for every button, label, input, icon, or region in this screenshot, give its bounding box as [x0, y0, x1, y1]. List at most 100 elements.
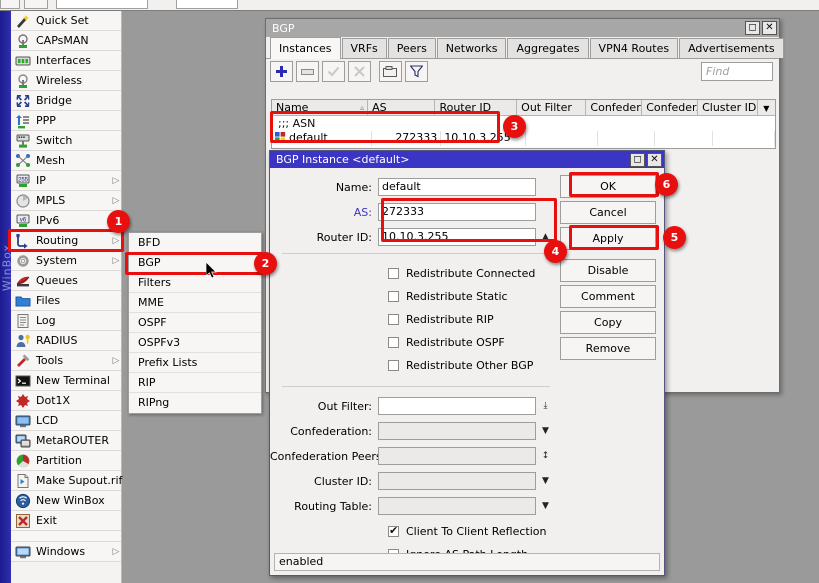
sidebar-item-files[interactable]: Files: [11, 291, 121, 311]
sidebar-item-routing[interactable]: Routing▷: [11, 231, 121, 251]
remove-button[interactable]: [296, 61, 319, 82]
find-input[interactable]: Find: [701, 62, 773, 81]
submenu-item-ospfv3[interactable]: OSPFv3: [129, 333, 261, 353]
checkbox-redistribute-rip[interactable]: [388, 314, 399, 325]
maximize-icon[interactable]: ◻: [745, 21, 760, 35]
checkbox-row-client-to-client-reflection[interactable]: Client To Client Reflection: [270, 520, 560, 543]
checkbox-row-redistribute-other-bgp[interactable]: Redistribute Other BGP: [270, 354, 560, 377]
submenu-item-ripng[interactable]: RIPng: [129, 393, 261, 413]
ok-button[interactable]: OK: [560, 175, 656, 198]
submenu-item-bgp[interactable]: BGP: [129, 253, 261, 273]
tab-vrfs[interactable]: VRFs: [342, 38, 387, 58]
submenu-item-rip[interactable]: RIP: [129, 373, 261, 393]
checkbox-redistribute-connected[interactable]: [388, 268, 399, 279]
tab-aggregates[interactable]: Aggregates: [507, 38, 588, 58]
checkbox-redistribute-static[interactable]: [388, 291, 399, 302]
submenu-item-ospf[interactable]: OSPF: [129, 313, 261, 333]
column-header-out-filter-3[interactable]: Out Filter: [517, 100, 586, 115]
sidebar-item-partition[interactable]: Partition: [11, 451, 121, 471]
sidebar-item-radius[interactable]: RADIUS: [11, 331, 121, 351]
column-header-confeder-4[interactable]: Confeder...: [586, 100, 642, 115]
input-name[interactable]: default: [378, 178, 536, 196]
checkbox-row-redistribute-rip[interactable]: Redistribute RIP: [270, 308, 560, 331]
sidebar-item-system[interactable]: System▷: [11, 251, 121, 271]
sidebar-item-interfaces[interactable]: Interfaces: [11, 51, 121, 71]
dialog-button-column[interactable]: OKCancelApplyDisableCommentCopyRemove: [560, 175, 656, 363]
sidebar-item-windows[interactable]: Windows▷: [11, 542, 121, 562]
sidebar-item-switch[interactable]: Switch: [11, 131, 121, 151]
submenu-item-prefix-lists[interactable]: Prefix Lists: [129, 353, 261, 373]
column-header-confeder-5[interactable]: Confeder...: [642, 100, 698, 115]
input-confederation-peers[interactable]: [378, 447, 536, 465]
column-chooser-icon[interactable]: ▼: [758, 100, 775, 115]
toolbar-button-2[interactable]: [24, 0, 48, 9]
sidebar-item-mpls[interactable]: MPLS▷: [11, 191, 121, 211]
sidebar-item-ipv6[interactable]: v6IPv6: [11, 211, 121, 231]
tab-peers[interactable]: Peers: [388, 38, 436, 58]
input-routing-table[interactable]: [378, 497, 536, 515]
comment-button[interactable]: [379, 61, 402, 82]
sidebar-item-lcd[interactable]: LCD: [11, 411, 121, 431]
checkbox-row-redistribute-ospf[interactable]: Redistribute OSPF: [270, 331, 560, 354]
comment-button[interactable]: Comment: [560, 285, 656, 308]
apply-button[interactable]: Apply: [560, 227, 656, 250]
tab-networks[interactable]: Networks: [437, 38, 507, 58]
column-header-router-id-2[interactable]: Router ID: [435, 100, 517, 115]
input-confederation[interactable]: [378, 422, 536, 440]
sidebar-item-ppp[interactable]: PPP: [11, 111, 121, 131]
routing-submenu[interactable]: BFDBGPFiltersMMEOSPFOSPFv3Prefix ListsRI…: [128, 232, 262, 414]
close-icon[interactable]: ✕: [762, 21, 777, 35]
sidebar-item-tools[interactable]: Tools▷: [11, 351, 121, 371]
checkbox-redistribute-other-bgp[interactable]: [388, 360, 399, 371]
spinner-confederation[interactable]: ▼: [539, 422, 552, 440]
input-cluster-id[interactable]: [378, 472, 536, 490]
tab-instances[interactable]: Instances: [270, 37, 341, 59]
close-icon[interactable]: ✕: [647, 153, 662, 167]
sidebar-item-quick-set[interactable]: Quick Set: [11, 11, 121, 31]
sidebar-item-exit[interactable]: Exit: [11, 511, 121, 531]
sidebar-item-new-terminal[interactable]: New Terminal: [11, 371, 121, 391]
sidebar-item-dot1x[interactable]: Dot1X: [11, 391, 121, 411]
sidebar-item-log[interactable]: Log: [11, 311, 121, 331]
cancel-button[interactable]: Cancel: [560, 201, 656, 224]
sidebar-item-new-winbox[interactable]: New WinBox: [11, 491, 121, 511]
toolbar-button-1[interactable]: [0, 0, 20, 9]
spinner-out-filter[interactable]: ⤓: [539, 397, 552, 415]
sidebar-item-wireless[interactable]: Wireless: [11, 71, 121, 91]
disable-button[interactable]: Disable: [560, 259, 656, 282]
bgp-window-titlebar[interactable]: BGP ◻ ✕: [266, 19, 779, 37]
tab-advertisements[interactable]: Advertisements: [679, 38, 783, 58]
column-header-name-0[interactable]: Name▵: [272, 100, 368, 115]
filter-button[interactable]: [405, 61, 428, 82]
input-router-id[interactable]: 10.10.3.255: [378, 228, 536, 246]
dialog-form[interactable]: Name:defaultAS:272333Router ID:10.10.3.2…: [270, 168, 560, 566]
bgp-toolbar[interactable]: Find: [266, 59, 779, 84]
submenu-item-filters[interactable]: Filters: [129, 273, 261, 293]
sidebar-item-mesh[interactable]: Mesh: [11, 151, 121, 171]
maximize-icon[interactable]: ◻: [630, 153, 645, 167]
remove-button[interactable]: Remove: [560, 337, 656, 360]
spinner-confederation-peers[interactable]: ↕: [539, 447, 552, 465]
main-menu-sidebar[interactable]: Quick SetCAPsMANInterfacesWirelessBridge…: [11, 11, 122, 583]
sidebar-item-ip[interactable]: 255IP▷: [11, 171, 121, 191]
spinner-routing-table[interactable]: ▼: [539, 497, 552, 515]
input-out-filter[interactable]: [378, 397, 536, 415]
submenu-item-mme[interactable]: MME: [129, 293, 261, 313]
column-header-cluster-id-6[interactable]: Cluster ID: [698, 100, 758, 115]
sidebar-item-bridge[interactable]: Bridge: [11, 91, 121, 111]
add-button[interactable]: [270, 61, 293, 82]
checkbox-client-to-client-reflection[interactable]: [388, 526, 399, 537]
sidebar-item-queues[interactable]: Queues: [11, 271, 121, 291]
checkbox-row-redistribute-static[interactable]: Redistribute Static: [270, 285, 560, 308]
sidebar-item-make-supout-rif[interactable]: Make Supout.rif: [11, 471, 121, 491]
spinner-cluster-id[interactable]: ▼: [539, 472, 552, 490]
sidebar-item-capsman[interactable]: CAPsMAN: [11, 31, 121, 51]
submenu-item-bfd[interactable]: BFD: [129, 233, 261, 253]
toolbar-address-field[interactable]: [56, 0, 148, 9]
bgp-tab-strip[interactable]: InstancesVRFsPeersNetworksAggregatesVPN4…: [266, 37, 779, 59]
tab-vpn4-routes[interactable]: VPN4 Routes: [590, 38, 679, 58]
checkbox-redistribute-ospf[interactable]: [388, 337, 399, 348]
input-as[interactable]: 272333: [378, 203, 536, 221]
checkbox-row-redistribute-connected[interactable]: Redistribute Connected: [270, 262, 560, 285]
column-header-as-1[interactable]: AS: [368, 100, 435, 115]
